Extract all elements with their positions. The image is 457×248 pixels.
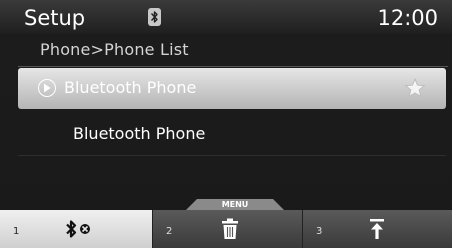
divider (18, 66, 448, 67)
softkey-delete[interactable]: 2 (152, 210, 302, 248)
list-item-label: Bluetooth Phone (64, 78, 197, 97)
breadcrumb: Phone>Phone List (40, 40, 189, 59)
display-panel: Setup 12:00 Phone>Phone List Bluetooth P… (0, 0, 452, 248)
divider (18, 155, 446, 156)
softkey-move-to-top[interactable]: 3 (302, 210, 452, 248)
screen: Setup 12:00 Phone>Phone List Bluetooth P… (0, 0, 457, 248)
list-item-selected[interactable]: Bluetooth Phone (18, 68, 446, 109)
star-icon[interactable] (404, 77, 426, 103)
list-item[interactable]: Bluetooth Phone (18, 112, 446, 153)
bluetooth-disconnect-icon (64, 217, 94, 245)
move-to-top-icon (367, 217, 387, 245)
softkey-bluetooth-disconnect[interactable]: 1 (0, 210, 152, 248)
softkey-number: 2 (166, 226, 173, 237)
status-bar: Setup 12:00 (0, 0, 452, 34)
bluetooth-icon (148, 8, 161, 26)
list-item-label: Bluetooth Phone (73, 124, 206, 143)
clock: 12:00 (377, 6, 438, 30)
softkey-bar: 1 2 3 (0, 210, 452, 248)
softkey-number: 1 (13, 226, 20, 237)
play-circle-icon (38, 79, 56, 97)
screen-title: Setup (24, 6, 86, 30)
softkey-number: 3 (316, 226, 323, 237)
trash-icon (220, 217, 240, 245)
